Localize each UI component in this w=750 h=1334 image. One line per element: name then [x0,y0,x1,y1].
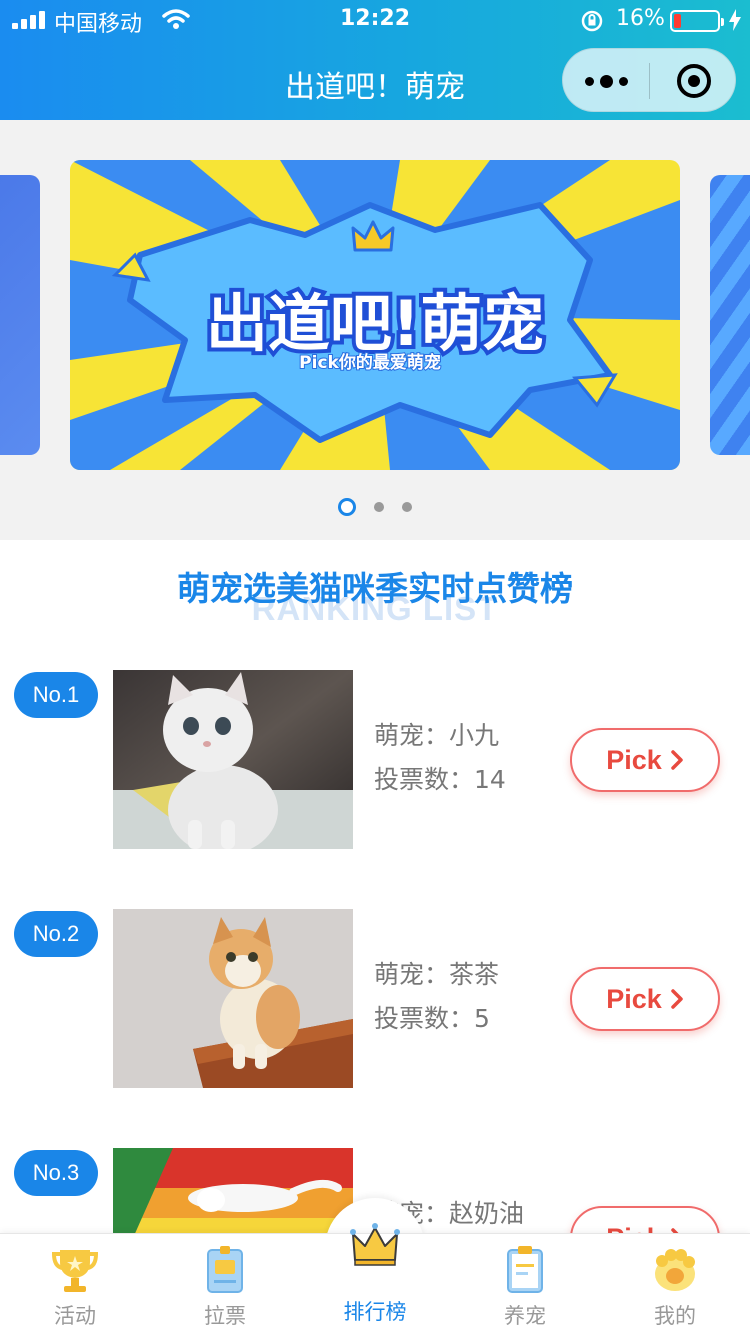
pet-photo[interactable] [113,670,353,849]
carousel-indicator [0,498,750,516]
badge-card-icon [207,1246,243,1293]
tab-bar: 活动 拉票 排行榜 养宠 我的 [0,1223,750,1334]
crown-icon [350,1223,400,1266]
charging-bolt-icon [729,9,741,31]
app-header: 中国移动 12:22 16% 出道吧！萌宠 [0,0,750,120]
pick-button[interactable]: Pick [570,967,720,1031]
close-miniprogram-icon[interactable] [677,64,711,98]
tab-vote[interactable]: 拉票 [150,1234,300,1334]
vote-count: 投票数：14 [374,765,506,794]
carousel-dot[interactable] [402,502,412,512]
prev-slide-card[interactable] [0,175,40,455]
tab-label: 活动 [54,1304,96,1328]
tab-label: 我的 [654,1304,696,1328]
rank-badge: No.2 [14,911,98,957]
ranking-title: 萌宠选美猫咪季实时点赞榜 [177,569,573,608]
pick-button[interactable]: Pick [570,728,720,792]
rotation-lock-icon [581,10,603,32]
battery-level [674,14,681,28]
tab-label: 排行榜 [343,1300,407,1324]
carousel-dot[interactable] [374,502,384,512]
battery-icon [670,10,724,32]
tab-mine[interactable]: 我的 [600,1234,750,1334]
next-slide-card[interactable] [710,175,750,455]
tab-ranking[interactable]: 排行榜 [300,1223,450,1334]
carousel-dot-active[interactable] [338,498,356,516]
banner-carousel[interactable]: 出道吧!萌宠 Pick你的最爱萌宠 [0,120,750,540]
banner-headline: 出道吧!萌宠 [206,287,544,360]
banner-slide[interactable]: 出道吧!萌宠 Pick你的最爱萌宠 [70,160,680,470]
tab-label: 拉票 [204,1304,246,1328]
tab-activity[interactable]: 活动 [0,1234,150,1334]
tab-pet-care[interactable]: 养宠 [450,1234,600,1334]
status-bar: 中国移动 12:22 16% [0,0,750,40]
tab-label: 养宠 [504,1304,546,1328]
pick-label: Pick [606,744,662,775]
pet-name: 萌宠：小九 [374,721,500,750]
banner-artwork: 出道吧!萌宠 Pick你的最爱萌宠 [70,160,680,470]
banner-tagline: Pick你的最爱萌宠 [299,352,441,373]
ranking-row: No.2 萌宠：茶茶 投票数：5 Pick [0,909,750,1089]
capsule-divider [649,63,650,99]
more-options-icon[interactable] [563,49,649,113]
pet-name: 萌宠：茶茶 [374,960,500,989]
rank-badge: No.3 [14,1150,98,1196]
miniprogram-capsule [562,48,736,112]
ranking-row: No.1 萌宠：小九 投票数：14 Pick [0,670,750,850]
clipboard-icon [507,1246,543,1293]
rank-badge: No.1 [14,672,98,718]
chevron-right-icon [671,750,683,770]
chevron-right-icon [671,989,683,1009]
battery-percent: 16% [616,6,665,31]
vote-count: 投票数：5 [374,1004,490,1033]
paw-icon [655,1249,695,1291]
pet-photo[interactable] [113,909,353,1088]
trophy-icon [51,1250,99,1292]
pick-label: Pick [606,983,662,1014]
